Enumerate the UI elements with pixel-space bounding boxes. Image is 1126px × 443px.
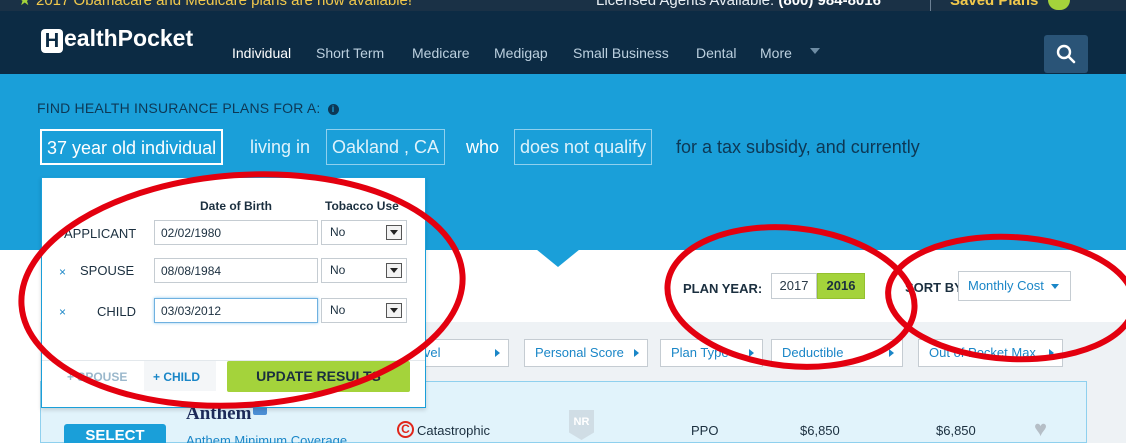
spouse-label: SPOUSE xyxy=(80,263,135,278)
applicant-dob-input[interactable] xyxy=(154,220,318,245)
sort-by-label: SORT BY: xyxy=(905,280,967,295)
nav-small-business[interactable]: Small Business xyxy=(573,45,669,61)
catastrophic-icon: C xyxy=(397,421,414,438)
remove-child-icon[interactable]: × xyxy=(59,305,66,319)
plan-year-2017[interactable]: 2017 xyxy=(771,273,817,299)
metal-level-value: Catastrophic xyxy=(417,423,490,438)
promo-bar: ★ 2017 Obamacare and Medicare plans are … xyxy=(0,0,1126,11)
plan-name-link[interactable]: Anthem Minimum Coverage xyxy=(186,433,347,443)
caret-right-icon xyxy=(1049,349,1054,357)
logo-icon[interactable]: H xyxy=(41,29,63,53)
tobacco-column-header: Tobacco Use xyxy=(325,199,399,213)
info-icon[interactable]: i xyxy=(327,104,339,115)
applicant-tobacco-select[interactable]: No xyxy=(321,220,407,245)
spouse-dob-input[interactable] xyxy=(154,258,318,283)
logo-text[interactable]: ealthPocket xyxy=(64,25,193,52)
saved-plans-link[interactable]: Saved Plans xyxy=(950,0,1038,9)
hero-title: FIND HEALTH INSURANCE PLANS FOR A: i xyxy=(37,100,339,116)
household-selector[interactable]: 37 year old individual xyxy=(40,129,224,165)
select-plan-button[interactable]: SELECT xyxy=(64,424,166,443)
promo-message[interactable]: 2017 Obamacare and Medicare plans are no… xyxy=(36,0,412,9)
nav-individual[interactable]: Individual xyxy=(232,45,291,61)
remove-spouse-icon[interactable]: × xyxy=(59,265,66,279)
star-icon: ★ xyxy=(18,0,32,9)
promo-divider xyxy=(930,0,931,11)
plan-year-label: PLAN YEAR: xyxy=(683,281,763,296)
caret-right-icon xyxy=(495,349,500,357)
filter-out-of-pocket-max[interactable]: Out of Pocket Max xyxy=(918,339,1063,367)
child-dob-input[interactable] xyxy=(154,298,318,323)
child-label: CHILD xyxy=(97,304,137,319)
hero-pointer xyxy=(531,245,585,267)
applicant-label: APPLICANT xyxy=(64,226,137,241)
plan-year-2016[interactable]: 2016 xyxy=(817,273,865,299)
nav-dental[interactable]: Dental xyxy=(696,45,736,61)
saved-plans-count-badge[interactable] xyxy=(1048,0,1070,10)
sort-dropdown[interactable]: Monthly Cost xyxy=(958,271,1071,301)
chevron-down-icon[interactable] xyxy=(810,48,820,54)
nav-medigap[interactable]: Medigap xyxy=(494,45,548,61)
spouse-tobacco-select[interactable]: No xyxy=(321,258,407,283)
nav-medicare[interactable]: Medicare xyxy=(412,45,470,61)
search-icon xyxy=(1056,44,1076,64)
caret-down-icon xyxy=(1051,284,1059,289)
add-child-button[interactable]: + CHILD xyxy=(153,370,200,384)
plan-type-value: PPO xyxy=(691,423,719,438)
add-spouse-button[interactable]: + SPOUSE xyxy=(67,370,127,384)
sort-value: Monthly Cost xyxy=(968,278,1044,293)
chevron-down-icon xyxy=(386,303,402,318)
heart-icon[interactable]: ♥ xyxy=(1034,416,1047,442)
subsidy-selector[interactable]: does not qualify xyxy=(514,129,653,165)
nav-more[interactable]: More xyxy=(760,45,792,61)
chevron-down-icon xyxy=(386,225,402,240)
search-button[interactable] xyxy=(1044,35,1088,73)
filter-personal-score[interactable]: Personal Score xyxy=(524,339,648,367)
agents-available: Licensed Agents Available: (800) 984-801… xyxy=(596,0,881,9)
main-nav: H ealthPocket Individual Short Term Medi… xyxy=(0,11,1126,74)
subsidy-suffix-text: for a tax subsidy, and currently xyxy=(676,137,920,157)
caret-right-icon xyxy=(749,349,754,357)
location-selector[interactable]: Oakland , CA xyxy=(326,129,446,165)
nav-short-term[interactable]: Short Term xyxy=(316,45,384,61)
dob-column-header: Date of Birth xyxy=(200,199,272,213)
filter-plan-type[interactable]: Plan Type xyxy=(660,339,763,367)
caret-right-icon xyxy=(889,349,894,357)
child-tobacco-select[interactable]: No xyxy=(321,298,407,323)
chevron-down-icon xyxy=(386,263,402,278)
caret-right-icon xyxy=(634,349,639,357)
update-results-button[interactable]: UPDATE RESULTS xyxy=(227,361,410,392)
living-in-text: living in xyxy=(250,137,311,157)
oop-max-value: $6,850 xyxy=(936,423,976,438)
who-text: who xyxy=(466,137,500,157)
filter-deductible[interactable]: Deductible xyxy=(771,339,903,367)
deductible-value: $6,850 xyxy=(800,423,840,438)
